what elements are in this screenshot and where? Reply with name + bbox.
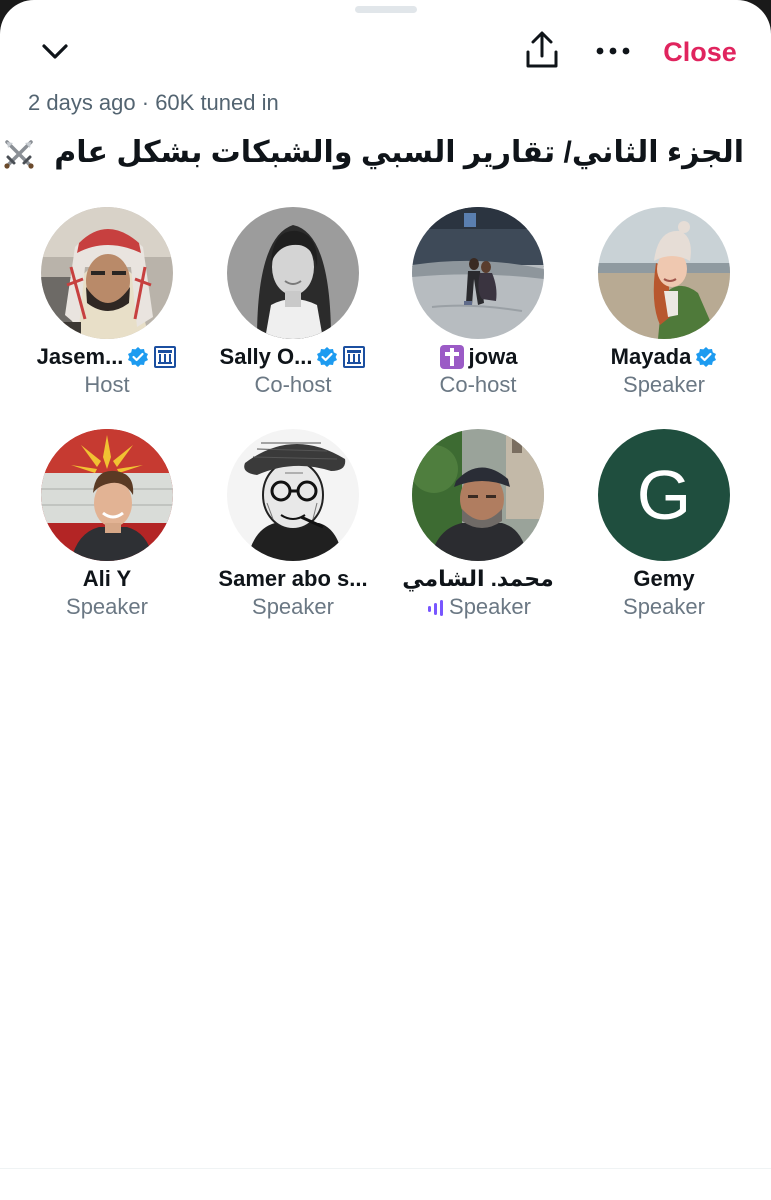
participant-card[interactable]: Sally O... Co-host <box>200 207 386 407</box>
participant-name: jowa <box>468 344 518 369</box>
participant-avatar[interactable] <box>598 207 730 339</box>
man-sketch-drawing <box>227 429 359 561</box>
participant-name: Gemy <box>633 566 695 591</box>
participant-card[interactable]: محمد. الشامي Speaker <box>385 429 571 629</box>
participant-name: محمد. الشامي <box>402 566 554 591</box>
verified-badge-icon <box>128 347 149 367</box>
participant-avatar[interactable] <box>412 207 544 339</box>
participant-role: Host <box>84 372 130 397</box>
participant-name: Samer abo s... <box>218 566 368 591</box>
participant-name-row: Gemy <box>571 563 757 595</box>
participant-name: Ali Y <box>82 566 132 591</box>
participant-name: Mayada <box>610 344 692 369</box>
participants-grid: Jasem... Host Sally O... Co-host jowa Co… <box>0 0 771 700</box>
woman-portrait-bw-photo <box>227 207 359 339</box>
participant-avatar[interactable]: G <box>598 429 730 561</box>
speaking-indicator-icon <box>428 600 444 617</box>
participant-card[interactable]: Jasem... Host <box>14 207 200 407</box>
participant-avatar[interactable] <box>227 429 359 561</box>
participant-card[interactable]: jowa Co-host <box>385 207 571 407</box>
participant-name-row: jowa <box>385 341 571 373</box>
participant-name: Sally O... <box>219 344 313 369</box>
participant-name: Jasem... <box>36 344 124 369</box>
government-badge-icon <box>343 346 366 368</box>
government-badge-icon <box>154 346 177 368</box>
man-with-keffiyeh-photo <box>41 207 173 339</box>
participant-role: Co-host <box>439 372 517 397</box>
couple-on-beach-photo <box>412 207 544 339</box>
participant-role: Speaker <box>623 594 705 619</box>
verified-badge-icon <box>317 347 338 367</box>
participant-role: Speaker <box>449 594 531 619</box>
participant-role: Speaker <box>623 372 705 397</box>
participant-role: Speaker <box>252 594 334 619</box>
letter-avatar: G <box>598 429 730 561</box>
participant-name-row: Mayada <box>571 341 757 373</box>
participant-card[interactable]: Samer abo s... Speaker <box>200 429 386 629</box>
latin-cross-icon <box>439 345 464 369</box>
participant-avatar[interactable] <box>227 207 359 339</box>
man-with-cap-photo <box>412 429 544 561</box>
participant-avatar[interactable] <box>41 207 173 339</box>
participant-role: Speaker <box>66 594 148 619</box>
bottom-divider <box>0 1168 771 1169</box>
participant-card[interactable]: Mayada Speaker <box>571 207 757 407</box>
participant-name-row: Jasem... <box>14 341 200 373</box>
space-sheet: Close 2 days ago · 60K tuned in الجزء ال… <box>0 0 771 1200</box>
verified-badge-icon <box>696 347 717 367</box>
young-man-flag-photo <box>41 429 173 561</box>
participant-name-row: محمد. الشامي <box>385 563 571 595</box>
participant-role-row: Speaker <box>385 594 571 624</box>
participant-card[interactable]: Ali Y Speaker <box>14 429 200 629</box>
participant-avatar[interactable] <box>41 429 173 561</box>
participant-avatar[interactable] <box>412 429 544 561</box>
participant-role: Co-host <box>254 372 332 397</box>
participant-name-row: Sally O... <box>200 341 386 373</box>
participant-name-row: Samer abo s... <box>200 563 386 595</box>
participant-card[interactable]: G Gemy Speaker <box>571 429 757 629</box>
participant-name-row: Ali Y <box>14 563 200 595</box>
woman-in-beanie-photo <box>598 207 730 339</box>
